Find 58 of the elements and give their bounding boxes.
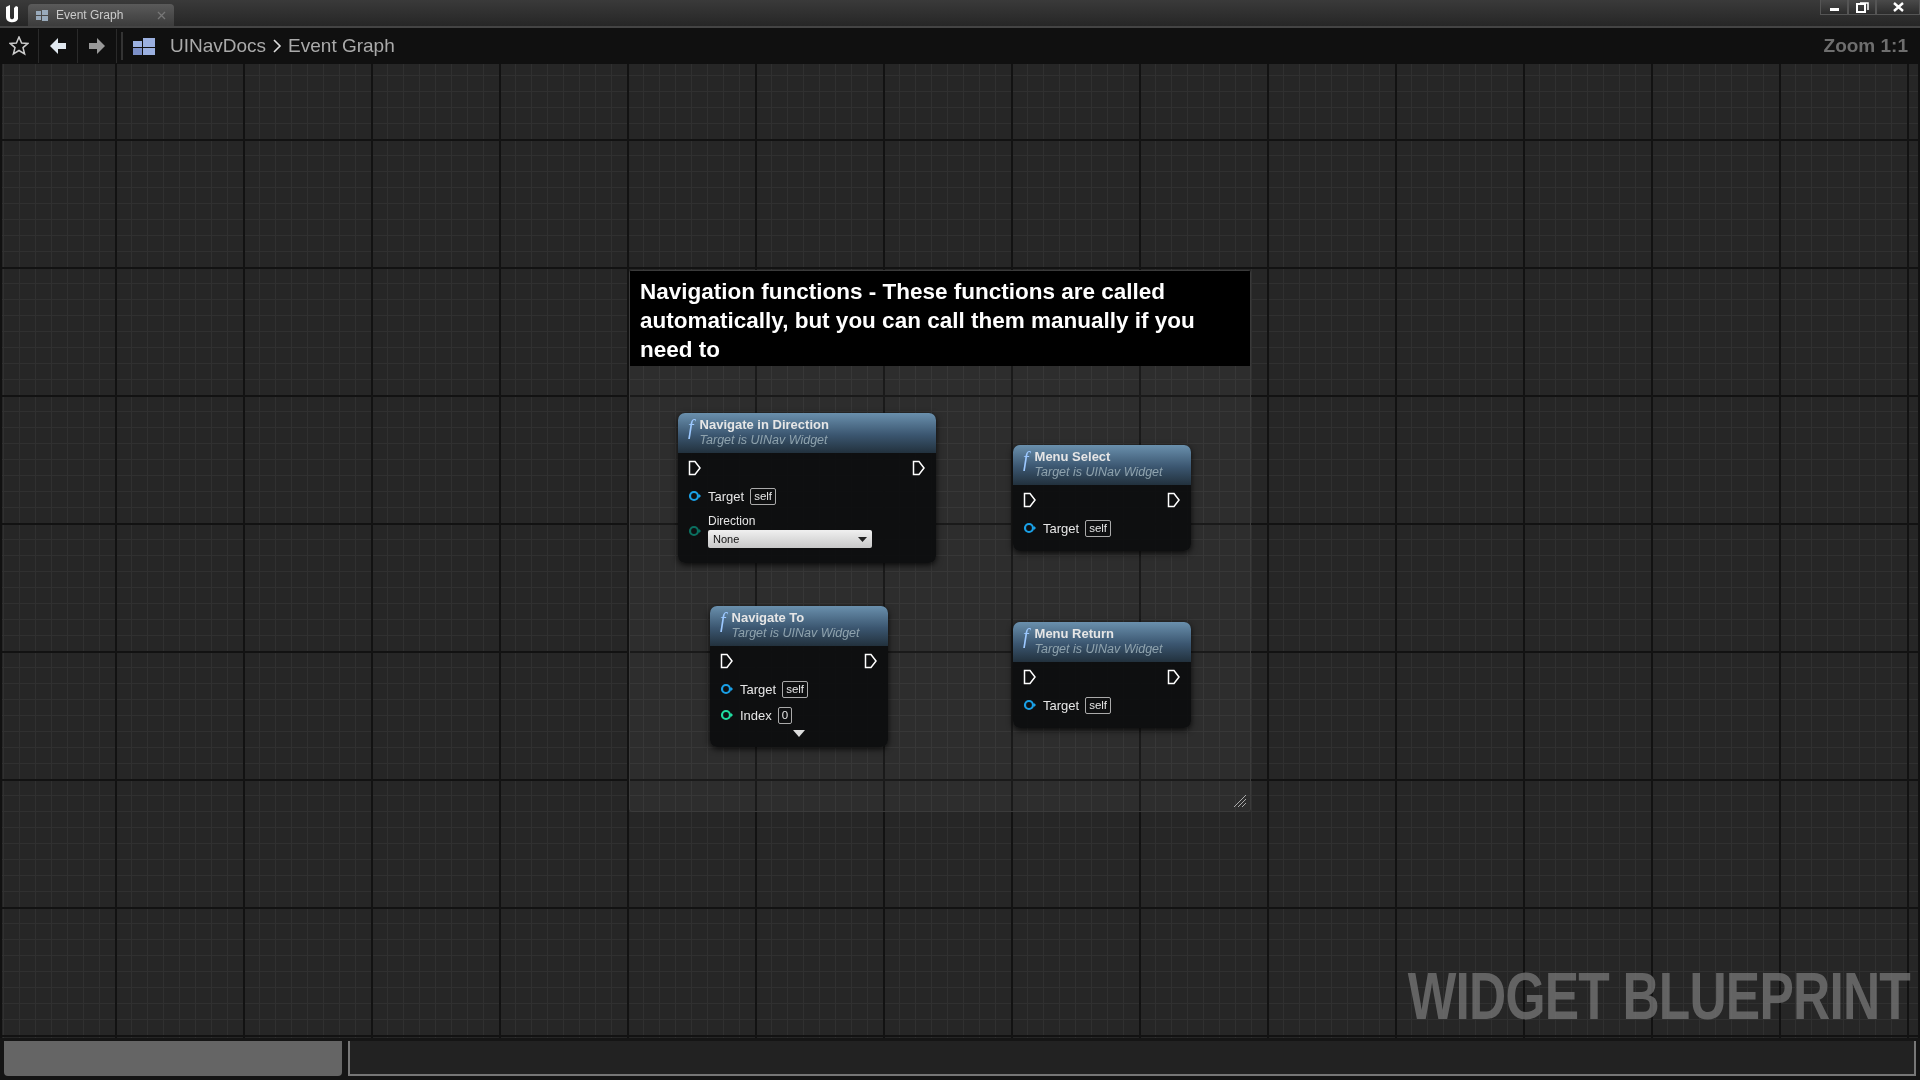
value-field[interactable]: 0 — [777, 706, 793, 724]
node-subtitle: Target is UINav Widget — [1034, 465, 1163, 480]
pin-icon[interactable] — [720, 683, 734, 695]
pin-label: Target — [1043, 520, 1080, 536]
zoom-label: Zoom 1:1 — [1823, 35, 1908, 57]
function-icon: f — [1023, 448, 1029, 480]
node-subtitle: Target is UINav Widget — [1034, 642, 1163, 657]
caret-icon — [858, 536, 867, 542]
pin-icon[interactable] — [720, 709, 734, 721]
function-icon: f — [1023, 625, 1029, 657]
exec-pin-icon[interactable] — [720, 653, 734, 669]
pin-label: Target — [740, 681, 777, 697]
exec-pin-icon[interactable] — [1023, 669, 1037, 685]
pin-label: Target — [1043, 697, 1080, 713]
node-title: Navigate in Direction — [699, 416, 829, 433]
scrollbar-track[interactable] — [348, 1041, 1916, 1076]
restore-button[interactable] — [1848, 0, 1876, 15]
exec-pin-icon[interactable] — [864, 653, 878, 669]
node-title: Menu Select — [1034, 448, 1112, 465]
expand-arrow-icon[interactable] — [793, 730, 805, 737]
exec-pin-icon[interactable] — [688, 460, 702, 476]
close-button[interactable] — [1876, 0, 1920, 15]
blueprint-icon — [133, 37, 155, 55]
exec-pin-icon[interactable] — [912, 460, 926, 476]
resize-grip-icon[interactable] — [1233, 794, 1247, 808]
pin-icon[interactable] — [1023, 699, 1037, 711]
favorite-button[interactable] — [9, 36, 29, 56]
pin-label: Index — [740, 707, 772, 723]
dropdown[interactable]: None — [708, 530, 872, 548]
node-subtitle: Target is UINav Widget — [699, 433, 829, 448]
document-tab[interactable]: Event Graph — [28, 4, 174, 26]
value-field[interactable]: self — [1085, 696, 1112, 714]
chevron-icon — [272, 38, 283, 54]
scrollbar-thumb[interactable] — [4, 1041, 342, 1076]
function-icon: f — [720, 609, 726, 641]
pin-icon[interactable] — [1023, 522, 1037, 534]
pin-label: Target — [708, 488, 745, 504]
exec-pin-icon[interactable] — [1023, 492, 1037, 508]
engine-logo-icon — [4, 3, 20, 23]
exec-pin-icon[interactable] — [1167, 492, 1181, 508]
value-field[interactable]: self — [1085, 519, 1112, 537]
back-button[interactable] — [49, 36, 67, 56]
editor-type-label: WIDGET BLUEPRINT — [1407, 958, 1910, 1034]
function-icon: f — [688, 416, 694, 448]
blueprint-icon — [36, 9, 48, 21]
breadcrumb-item[interactable]: Event Graph — [288, 35, 395, 57]
pin-label: Direction — [708, 514, 757, 528]
exec-pin-icon[interactable] — [1167, 669, 1181, 685]
breadcrumb-item[interactable]: UINavDocs — [170, 35, 267, 57]
forward-button[interactable] — [88, 36, 106, 56]
minimize-button[interactable] — [1820, 0, 1848, 15]
node-subtitle: Target is UINav Widget — [731, 626, 860, 641]
value-field[interactable]: self — [750, 487, 777, 505]
comment-text[interactable]: Navigation functions - These functions are called automatically, but you can call them manually if you need to — [630, 271, 1250, 366]
node-title: Menu Return — [1034, 625, 1115, 642]
pin-icon[interactable] — [688, 490, 702, 502]
node-title: Navigate To — [731, 609, 806, 626]
value-field[interactable]: self — [782, 680, 809, 698]
